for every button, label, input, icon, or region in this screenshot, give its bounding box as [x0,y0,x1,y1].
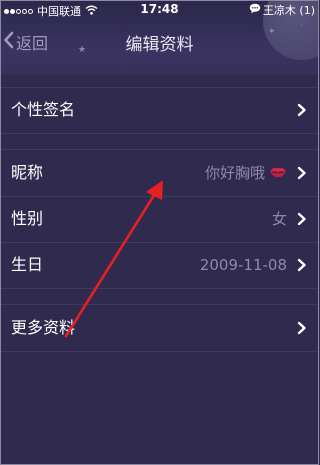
more-info-row[interactable]: 更多资料 [0,305,319,351]
navigation-header: ✦ ★ · 中国联通 17:48 王凉木 (1) 返回 编辑资料 [0,0,319,75]
chevron-right-icon [297,321,306,335]
chat-bubble-icon [249,3,261,17]
status-bar: 中国联通 17:48 王凉木 (1) [0,0,319,20]
gender-label: 性别 [11,209,44,228]
nickname-row[interactable]: 昵称 你好胸哦 [0,150,319,196]
gender-value: 女 [271,210,287,228]
lips-icon [269,150,287,196]
divider [0,133,319,134]
chevron-right-icon [297,103,306,117]
status-right: 王凉木 (1) [249,2,315,18]
chevron-right-icon [297,212,306,226]
birthday-label: 生日 [11,255,44,274]
gender-row[interactable]: 性别 女 [0,196,319,242]
divider [0,351,319,352]
page-title: 编辑资料 [125,35,194,55]
status-user: 王凉木 (1) [262,4,315,17]
chevron-right-icon [297,258,306,272]
divider [0,288,319,289]
nickname-value: 你好胸哦 [204,164,265,182]
more-info-label: 更多资料 [11,318,76,337]
signature-row[interactable]: 个性签名 [0,87,319,133]
nickname-value-group: 你好胸哦 [205,150,287,196]
signature-label: 个性签名 [11,100,76,119]
chevron-right-icon [297,166,306,180]
birthday-value: 2009-11-08 [199,256,287,274]
nickname-label: 昵称 [11,163,44,182]
birthday-row[interactable]: 生日 2009-11-08 [0,242,319,288]
